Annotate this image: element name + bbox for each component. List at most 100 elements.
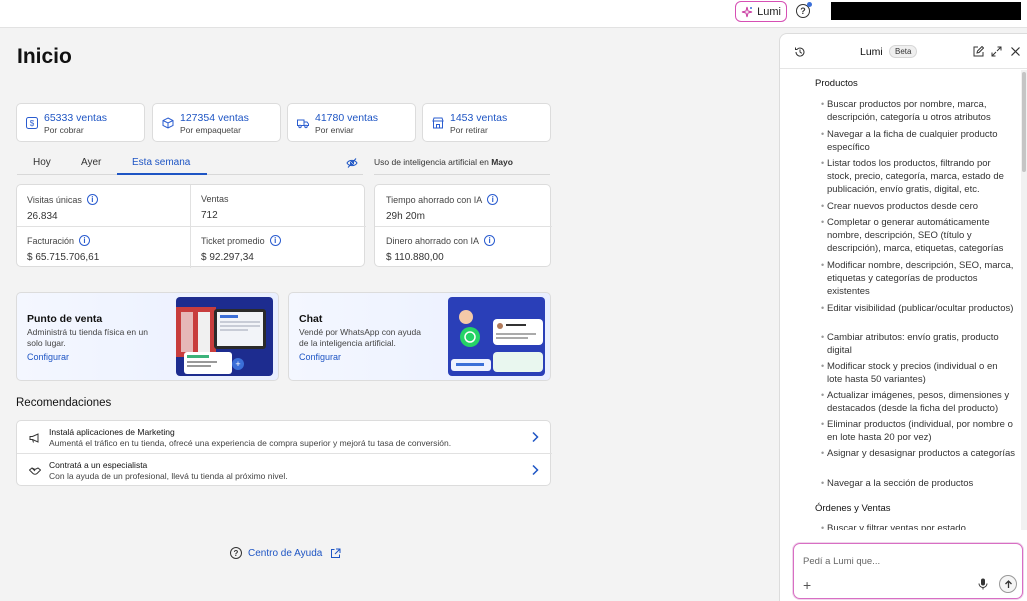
stat-card-por-enviar[interactable]: 41780 ventas Por enviar: [287, 103, 416, 142]
external-link-icon: [331, 548, 341, 558]
help-center-link[interactable]: ? Centro de Ayuda: [230, 547, 341, 559]
configurar-link[interactable]: Configurar: [27, 352, 69, 362]
metrics-card: Visitas únicas i 26.834 Ventas 712 Factur…: [16, 184, 366, 268]
metric-label: Ventas: [201, 194, 229, 204]
list-item: Crear nuevos productos desde cero: [827, 201, 979, 212]
stat-label: Por retirar: [450, 125, 488, 135]
promo-description: Administrá tu tienda física en un solo l…: [27, 327, 148, 348]
ai-savings-card: Tiempo ahorrado con IA i 29h 20m Dinero a…: [374, 184, 552, 267]
stat-value: 41780 ventas: [315, 112, 379, 124]
ai-usage-prefix: Uso de inteligencia artificial en: [374, 157, 492, 167]
info-icon[interactable]: i: [269, 235, 281, 246]
pos-illustration: +: [176, 297, 273, 376]
tab-esta-semana[interactable]: Esta semana: [132, 157, 190, 168]
svg-text:$: $: [30, 119, 35, 128]
recommendation-title: Instalá aplicaciones de Marketing: [49, 427, 175, 437]
info-icon[interactable]: i: [86, 194, 98, 205]
metric-value: $ 65.715.706,61: [27, 252, 100, 263]
new-chat-icon[interactable]: [973, 46, 984, 57]
stat-card-por-cobrar[interactable]: $ 65333 ventas Por cobrar: [16, 103, 145, 142]
ai-usage-title: Uso de inteligencia artificial en Mayo: [374, 157, 513, 167]
promo-punto-de-venta[interactable]: Punto de venta Administrá tu tienda físi…: [16, 292, 279, 381]
chat-illustration: [448, 297, 545, 376]
lumi-message-body: Productos • Buscar productos por nombre,…: [780, 70, 1020, 530]
page-title: Inicio: [17, 45, 72, 68]
info-icon[interactable]: i: [484, 235, 496, 246]
list-item: Modificar stock y precios (individual o …: [827, 361, 998, 385]
history-icon[interactable]: [794, 46, 806, 58]
promo-chat[interactable]: Chat Vendé por WhatsApp con ayuda de la …: [288, 292, 551, 381]
metrics-horizontal-divider: [17, 226, 366, 227]
info-icon[interactable]: i: [487, 194, 499, 205]
stat-card-por-retirar[interactable]: 1453 ventas Por retirar: [422, 103, 551, 142]
metric-tiempo-ahorrado: Tiempo ahorrado con IA i 29h 20m: [386, 194, 499, 222]
arrow-up-icon: [1004, 579, 1012, 588]
recommendation-marketing[interactable]: Instalá aplicaciones de Marketing Aument…: [17, 421, 552, 454]
send-button[interactable]: [999, 575, 1017, 593]
list-item: Eliminar productos (individual, por nomb…: [827, 419, 1013, 443]
lumi-prompt-input[interactable]: [803, 556, 1003, 567]
period-tabs: Hoy Ayer Esta semana: [17, 153, 363, 175]
expand-icon[interactable]: [991, 46, 1002, 57]
metric-ticket-promedio: Ticket promedio i $ 92.297,34: [201, 235, 281, 263]
stat-label: Por empaquetar: [180, 125, 241, 135]
svg-text:+: +: [235, 359, 240, 369]
metric-label: Dinero ahorrado con IA: [386, 235, 480, 246]
chevron-right-icon: [532, 464, 539, 476]
tab-hoy[interactable]: Hoy: [33, 157, 51, 168]
eye-off-icon[interactable]: [346, 157, 358, 169]
lumi-panel-title: Lumi: [860, 46, 883, 58]
configurar-link[interactable]: Configurar: [299, 352, 341, 362]
metric-value: 26.834: [27, 211, 58, 222]
list-item: Navegar a la ficha de cualquier producto…: [827, 129, 998, 153]
list-item: Asignar y desasignar productos a categor…: [827, 448, 1015, 459]
metric-dinero-ahorrado: Dinero ahorrado con IA i $ 110.880,00: [386, 235, 496, 263]
package-icon: [162, 117, 174, 129]
sparkle-icon: [741, 6, 753, 17]
metric-visitas: Visitas únicas i 26.834: [27, 194, 98, 222]
list-item: Actualizar imágenes, pesos, dimensiones …: [827, 390, 1010, 414]
main-content: Inicio $ 65333 ventas Por cobrar 127354 …: [0, 29, 778, 601]
section-title-productos: Productos: [815, 78, 858, 89]
megaphone-icon: [29, 433, 39, 443]
lumi-panel-header: Lumi Beta: [780, 34, 1027, 69]
metric-label: Visitas únicas: [27, 194, 82, 205]
truck-icon: [297, 119, 309, 129]
metric-value: 29h 20m: [386, 211, 425, 222]
list-item: Cambiar atributos: envío gratis, product…: [827, 332, 999, 356]
metric-label: Tiempo ahorrado con IA: [386, 194, 483, 205]
top-bar: Lumi ?: [0, 0, 1027, 28]
stat-value: 127354 ventas: [180, 112, 249, 124]
scrollbar-thumb[interactable]: [1022, 72, 1026, 172]
metric-label: Ticket promedio: [201, 235, 265, 246]
lumi-button[interactable]: Lumi: [735, 1, 787, 22]
recommendation-description: Con la ayuda de un profesional, llevá tu…: [49, 471, 288, 481]
stat-value: 1453 ventas: [450, 112, 508, 124]
chevron-right-icon: [532, 431, 539, 443]
help-circle-icon: ?: [230, 547, 242, 559]
metric-value: 712: [201, 210, 218, 221]
lumi-chat-input-box: +: [793, 543, 1023, 599]
beta-badge: Beta: [889, 45, 918, 58]
promo-title: Chat: [299, 313, 323, 325]
metric-value: $ 110.880,00: [386, 252, 444, 263]
list-item: Editar visibilidad (publicar/ocultar pro…: [827, 303, 1014, 314]
active-tab-indicator: [117, 173, 207, 175]
list-item: Completar o generar automáticamente nomb…: [827, 217, 1004, 254]
recommendations-title: Recomendaciones: [16, 397, 112, 409]
close-icon[interactable]: [1010, 46, 1021, 57]
promo-title: Punto de venta: [27, 313, 103, 325]
plus-icon[interactable]: +: [803, 578, 811, 592]
microphone-icon[interactable]: [978, 578, 988, 590]
notification-dot: [807, 2, 812, 7]
metric-value: $ 92.297,34: [201, 252, 254, 263]
list-item: Buscar productos por nombre, marca, desc…: [827, 99, 991, 123]
info-icon[interactable]: i: [79, 235, 91, 246]
stat-card-por-empaquetar[interactable]: 127354 ventas Por empaquetar: [152, 103, 281, 142]
tab-ayer[interactable]: Ayer: [81, 157, 101, 168]
list-item: Navegar a la sección de productos: [827, 478, 974, 489]
redacted-account-area: [831, 2, 1021, 20]
recommendation-specialist[interactable]: Contratá a un especialista Con la ayuda …: [17, 454, 552, 487]
stat-value: 65333 ventas: [44, 112, 108, 124]
ai-usage-month: Mayo: [491, 157, 513, 167]
